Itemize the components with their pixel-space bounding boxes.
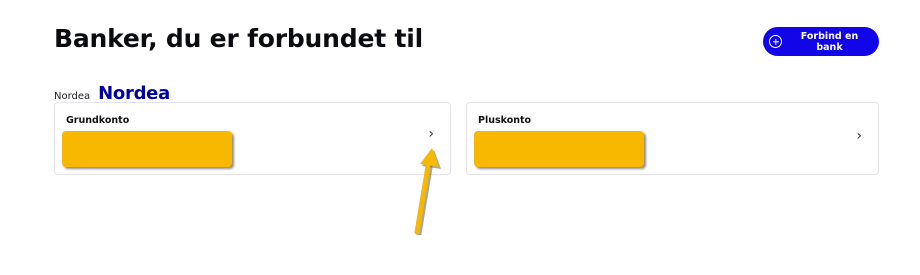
account-card-pluskonto[interactable]: Pluskonto ›	[466, 102, 879, 175]
account-name: Grundkonto	[66, 115, 130, 126]
bank-header: Nordea Nordea	[54, 83, 170, 104]
account-card-grundkonto[interactable]: Grundkonto ›	[54, 102, 451, 175]
nordea-logo: Nordea	[98, 83, 170, 104]
chevron-right-icon: ›	[856, 128, 862, 144]
bank-name: Nordea	[54, 91, 91, 102]
plus-circle-icon	[769, 35, 782, 48]
connect-bank-button[interactable]: Forbind en bank	[763, 27, 879, 56]
account-name: Pluskonto	[478, 115, 532, 126]
bank-connections-page: Banker, du er forbundet til Forbind en b…	[0, 0, 920, 275]
page-title: Banker, du er forbundet til	[54, 24, 423, 53]
redacted-account-number	[62, 131, 232, 167]
redacted-account-number	[474, 131, 644, 167]
annotation-arrow-icon	[414, 148, 441, 235]
connect-bank-button-label: Forbind en bank	[800, 30, 859, 53]
